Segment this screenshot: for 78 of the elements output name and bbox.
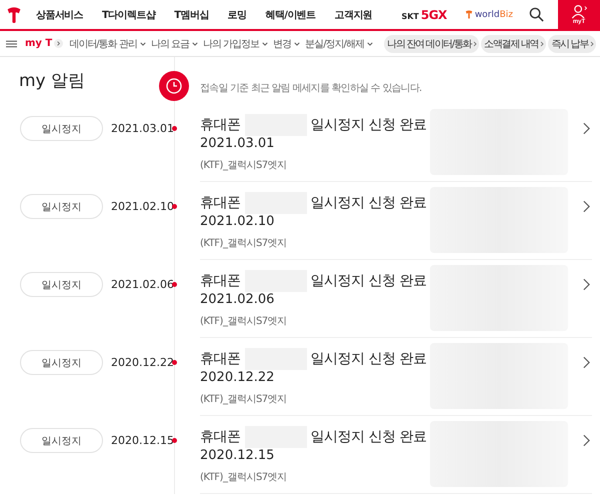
caret-down-icon [366, 42, 373, 46]
status-tag: 일시정지 [20, 350, 104, 375]
alert-date: 2021.02.06 [111, 278, 174, 291]
page-title: my 알림 [19, 70, 86, 92]
worldbiz-logo[interactable]: worldBiz [464, 9, 513, 20]
notice-text: 접속일 기준 최근 알림 메세지를 확인하실 수 있습니다. [200, 82, 422, 95]
alert-title: 휴대폰 [200, 116, 240, 134]
menu-icon[interactable] [6, 40, 17, 48]
device-name: (KTF)_갤럭시S7엣지 [200, 315, 288, 328]
person-icon [570, 4, 588, 18]
alert-date: 2021.03.01 [111, 122, 174, 135]
alert-item[interactable]: 휴대폰 일시정지 신청 완료 2021.02.06 (KTF)_갤럭시S7엣지 [200, 260, 592, 338]
chevron-right-icon [590, 40, 594, 46]
alert-title: 휴대폰 [200, 350, 240, 368]
timeline-dot [172, 126, 177, 131]
5gx-logo[interactable]: SKT 5GX [401, 8, 447, 22]
timeline-dot [172, 438, 177, 443]
nav-link[interactable]: T다이렉트샵 [102, 8, 156, 22]
menu-dropdown[interactable]: 나의 가입정보 [203, 36, 268, 50]
caret-down-icon [294, 42, 300, 46]
alert-title: 일시정지 신청 완료 [310, 272, 426, 290]
device-name: (KTF)_갤럭시S7엣지 [200, 393, 288, 406]
alert-date: 2020.12.22 [200, 369, 276, 387]
nav-link[interactable]: T멤버십 [174, 8, 209, 22]
chevron-right-icon [583, 200, 590, 213]
alert-date: 2020.12.15 [111, 434, 174, 447]
chevron-right-icon [473, 40, 478, 46]
menu-dropdown[interactable]: 분실/정지/해제 [305, 36, 373, 50]
chevron-right-icon [583, 278, 590, 291]
logo-icon[interactable] [6, 6, 22, 24]
status-tag: 일시정지 [20, 272, 104, 297]
status-tag: 일시정지 [20, 194, 104, 219]
caret-down-icon [192, 42, 198, 46]
timeline-dot [172, 360, 177, 365]
alert-date: 2021.02.06 [200, 291, 276, 309]
nav-link[interactable]: 상품서비스 [36, 8, 84, 22]
alert-item[interactable]: 휴대폰 일시정지 신청 완료 2020.12.15 (KTF)_갤럭시S7엣지 [200, 416, 592, 494]
alert-date: 2021.03.01 [200, 135, 276, 153]
alert-date: 2020.12.22 [111, 356, 174, 369]
alert-date: 2021.02.10 [111, 200, 174, 213]
alert-item[interactable]: 휴대폰 일시정지 신청 완료 2020.12.22 (KTF)_갤럭시S7엣지 [200, 338, 592, 416]
search-icon[interactable] [529, 7, 544, 22]
alert-title: 일시정지 신청 완료 [310, 350, 426, 368]
alert-title: 일시정지 신청 완료 [310, 428, 426, 446]
chevron-right-icon [583, 122, 590, 135]
menu-dropdown[interactable]: 변경 [273, 36, 300, 50]
my-t-link[interactable]: my T [25, 38, 64, 49]
menu-dropdown[interactable]: 데이터/통화 관리 [69, 36, 146, 50]
chevron-right-icon [583, 434, 590, 447]
chevron-right-icon [583, 356, 590, 369]
device-name: (KTF)_갤럭시S7엣지 [200, 471, 288, 484]
alert-title: 휴대폰 [200, 272, 240, 290]
quick-link[interactable]: 즉시 납부 [548, 34, 596, 52]
alert-title: 휴대폰 [200, 428, 240, 446]
nav-link[interactable]: 고객지원 [334, 8, 372, 22]
alert-title: 일시정지 신청 완료 [310, 194, 426, 212]
alert-title: 휴대폰 [200, 194, 240, 212]
quick-link[interactable]: 소액결제 내역 [481, 34, 546, 52]
alert-item[interactable]: 휴대폰 일시정지 신청 완료 2021.03.01 (KTF)_갤럭시S7엣지 [200, 104, 592, 182]
device-name: (KTF)_갤럭시S7엣지 [200, 159, 288, 172]
caret-down-icon [262, 42, 268, 46]
alert-date: 2020.12.15 [200, 447, 276, 465]
status-tag: 일시정지 [20, 428, 104, 453]
clock-icon [159, 71, 189, 101]
timeline-dot [172, 204, 177, 209]
menu-dropdown[interactable]: 나의 요금 [150, 36, 198, 50]
device-name: (KTF)_갤럭시S7엣지 [200, 237, 288, 250]
chevron-right-icon [54, 39, 64, 48]
alert-date: 2021.02.10 [200, 213, 276, 231]
chevron-right-icon [540, 40, 544, 46]
alert-item[interactable]: 휴대폰 일시정지 신청 완료 2021.02.10 (KTF)_갤럭시S7엣지 [200, 182, 592, 260]
status-tag: 일시정지 [20, 116, 104, 141]
alert-title: 일시정지 신청 완료 [310, 116, 426, 134]
quick-link[interactable]: 나의 잔여 데이터/통화 [384, 34, 480, 52]
nav-link[interactable]: 혜택/이벤트 [265, 8, 316, 22]
nav-link[interactable]: 로밍 [228, 8, 246, 22]
timeline-dot [172, 282, 177, 287]
caret-down-icon [140, 42, 146, 46]
